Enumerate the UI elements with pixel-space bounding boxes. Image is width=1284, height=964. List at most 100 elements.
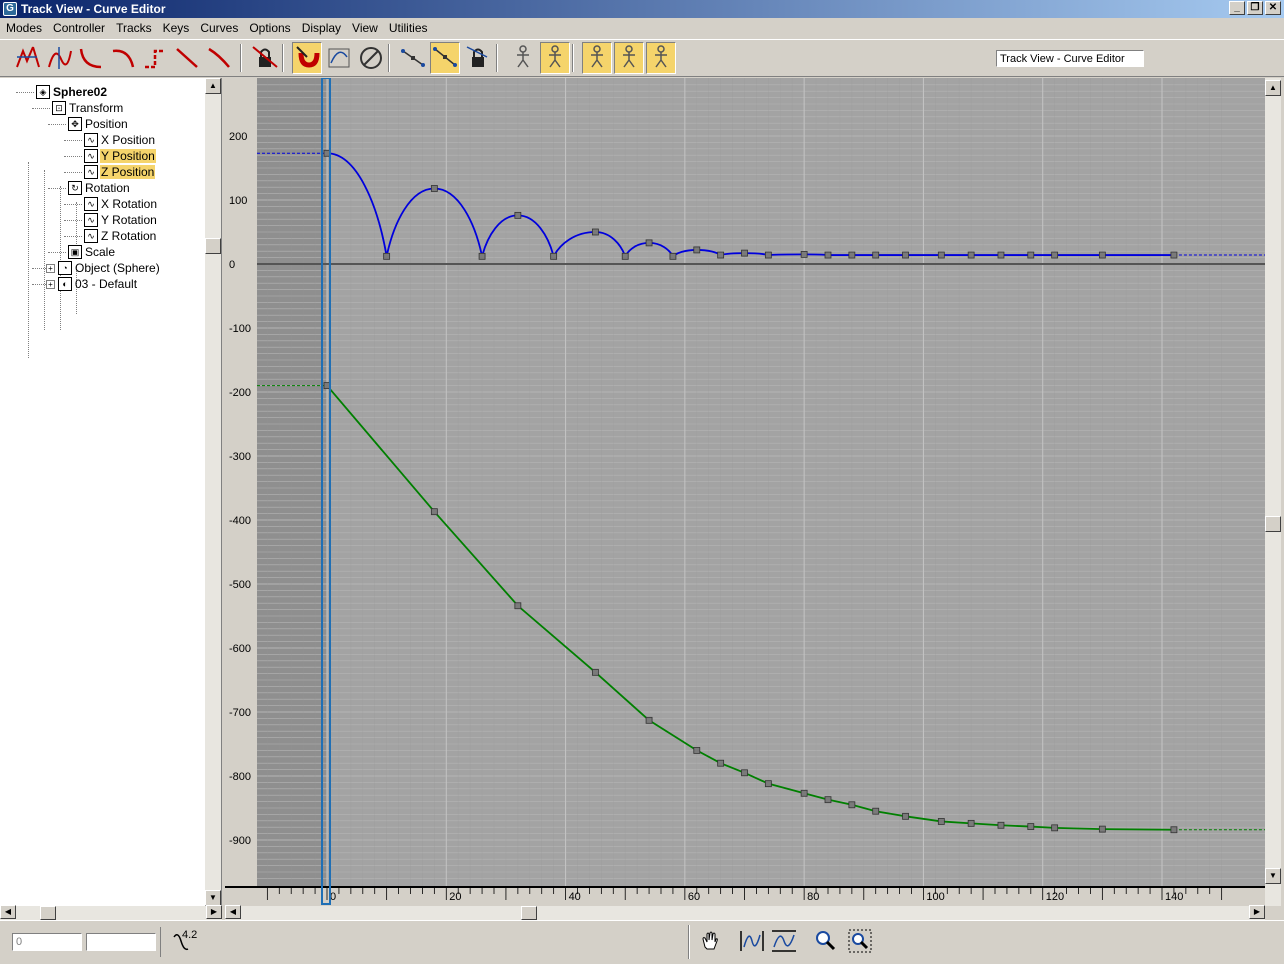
close-icon[interactable]: ✕ <box>1265 1 1281 15</box>
curve-key[interactable] <box>848 251 856 259</box>
curve-key[interactable] <box>514 602 522 610</box>
curve-key[interactable] <box>1027 823 1035 830</box>
curve-key[interactable] <box>550 252 558 260</box>
tree-item-y-rotation[interactable]: ∿ Y Rotation <box>84 212 158 228</box>
curve-key[interactable] <box>383 252 391 260</box>
curve-key[interactable] <box>997 821 1005 829</box>
scroll-right-icon[interactable]: ▶ <box>206 905 222 919</box>
curve-key[interactable] <box>824 796 832 804</box>
controller-tree[interactable]: ◈ Sphere02 ⊡ Transform ✥ Position ∿ X Position ∿… <box>0 78 222 906</box>
curve-key[interactable] <box>800 250 808 258</box>
expand-icon[interactable]: + <box>46 279 55 289</box>
curve-key[interactable] <box>693 747 701 754</box>
curve-key[interactable] <box>1098 251 1106 259</box>
filter-icon[interactable] <box>356 42 386 74</box>
show-tangents-icon[interactable] <box>398 42 428 74</box>
zoom-region-icon[interactable] <box>846 927 874 955</box>
menu-display[interactable]: Display <box>298 21 345 35</box>
curve-key[interactable] <box>937 251 945 259</box>
scale-keys-icon[interactable] <box>44 42 74 74</box>
biped-y-icon[interactable] <box>614 42 644 74</box>
graph-scroll-right-icon[interactable]: ▶ <box>1249 905 1265 919</box>
restore-icon[interactable]: ❐ <box>1247 1 1263 15</box>
curve-key[interactable] <box>741 249 748 257</box>
menu-curves[interactable]: Curves <box>196 21 242 35</box>
curve-key[interactable] <box>1051 251 1059 259</box>
graph-hscroll-thumb[interactable] <box>521 906 537 920</box>
menu-tracks[interactable]: Tracks <box>112 21 156 35</box>
tree-item-x-rotation[interactable]: ∿ X Rotation <box>84 196 158 212</box>
graph-scroll-thumb[interactable] <box>1265 516 1281 532</box>
frame-field[interactable] <box>12 933 82 951</box>
menu-controller[interactable]: Controller <box>49 21 109 35</box>
graph-scroll-left-icon[interactable]: ◀ <box>225 905 241 919</box>
curve-key[interactable] <box>717 251 725 259</box>
curve-key[interactable] <box>872 807 880 815</box>
curve-key[interactable] <box>800 789 808 797</box>
scroll-down-icon[interactable]: ▼ <box>205 890 221 906</box>
biped-icon-1[interactable] <box>508 42 538 74</box>
lock-selection-icon[interactable] <box>250 42 280 74</box>
curve-key[interactable] <box>621 252 629 260</box>
scroll-left-icon[interactable]: ◀ <box>0 905 16 919</box>
curve-chart[interactable]: 200 100 0 -100 -200 -300 -400 -500 -600 -700 -800 -… <box>225 77 1265 906</box>
curve-key[interactable] <box>902 812 909 820</box>
curve-tangent-smooth-icon[interactable] <box>204 42 234 74</box>
curve-tangent-auto-icon[interactable] <box>76 42 106 74</box>
tree-item-transform[interactable]: ⊡ Transform <box>52 100 124 116</box>
scroll-up-icon[interactable]: ▲ <box>205 78 221 94</box>
curve-tangent-linear-icon[interactable] <box>172 42 202 74</box>
tree-item-z-position[interactable]: ∿ Z Position <box>84 164 156 180</box>
curve-key[interactable] <box>717 759 725 767</box>
curve-key[interactable] <box>967 819 975 827</box>
menu-keys[interactable]: Keys <box>159 21 194 35</box>
tree-vertical-scrollbar[interactable]: ▲ ▼ <box>205 78 221 906</box>
tree-horizontal-scrollbar[interactable]: ◀ ▶ <box>0 905 222 920</box>
curve-key[interactable] <box>902 251 909 259</box>
trackview-name-field[interactable] <box>996 50 1144 67</box>
tree-item-y-position[interactable]: ∿ Y Position <box>84 148 156 164</box>
curve-key[interactable] <box>430 508 438 516</box>
graph-scroll-up-icon[interactable]: ▲ <box>1265 80 1281 96</box>
curve-key[interactable] <box>514 211 522 219</box>
curve-tangent-fast-icon[interactable] <box>108 42 138 74</box>
curve-key[interactable] <box>872 251 880 259</box>
curve-key[interactable] <box>1051 824 1059 832</box>
menu-utilities[interactable]: Utilities <box>385 21 432 35</box>
curve-key[interactable] <box>967 251 975 259</box>
tree-scroll-thumb[interactable] <box>205 238 221 254</box>
title-bar[interactable]: G Track View - Curve Editor _ ❐ ✕ <box>0 0 1284 18</box>
graph-horizontal-scrollbar[interactable]: ◀ ▶ <box>225 905 1265 920</box>
biped-icon-2[interactable] <box>540 42 570 74</box>
curve-key[interactable] <box>591 668 599 676</box>
curve-key[interactable] <box>591 228 599 236</box>
curve-key[interactable] <box>1098 825 1106 833</box>
curve-key[interactable] <box>645 239 653 247</box>
biped-x-icon[interactable] <box>582 42 612 74</box>
curve-key[interactable] <box>824 251 832 259</box>
tree-item-object-sphere[interactable]: + ◔ Object (Sphere) <box>46 260 161 276</box>
curve-tangent-step-icon[interactable] <box>140 42 170 74</box>
tree-item-sphere02[interactable]: ◈ Sphere02 <box>36 84 108 100</box>
menu-modes[interactable]: Modes <box>2 21 46 35</box>
lock-tangents-icon[interactable] <box>462 42 492 74</box>
curve-key[interactable] <box>430 185 438 192</box>
curve-key[interactable] <box>741 769 748 777</box>
biped-z-icon[interactable] <box>646 42 676 74</box>
menu-view[interactable]: View <box>348 21 382 35</box>
snap-frames-icon[interactable] <box>292 42 322 74</box>
tree-item-position[interactable]: ✥ Position <box>68 116 129 132</box>
curve-key[interactable] <box>997 251 1005 259</box>
curve-key[interactable] <box>764 780 772 788</box>
parameter-curve-out-of-range-icon[interactable] <box>324 42 354 74</box>
show-all-tangents-icon[interactable] <box>430 42 460 74</box>
curve-key[interactable] <box>848 801 856 809</box>
graph-vertical-scrollbar[interactable]: ▲ ▼ <box>1265 78 1281 906</box>
tree-item-03-default[interactable]: + ◐ 03 - Default <box>46 276 138 292</box>
menu-options[interactable]: Options <box>245 21 294 35</box>
curve-key[interactable] <box>1027 251 1035 259</box>
curve-graph[interactable]: 200 100 0 -100 -200 -300 -400 -500 -600 -700 -800 -… <box>225 77 1265 906</box>
pan-hand-icon[interactable] <box>696 927 724 955</box>
curve-key[interactable] <box>478 252 486 260</box>
curve-key[interactable] <box>1170 251 1178 259</box>
